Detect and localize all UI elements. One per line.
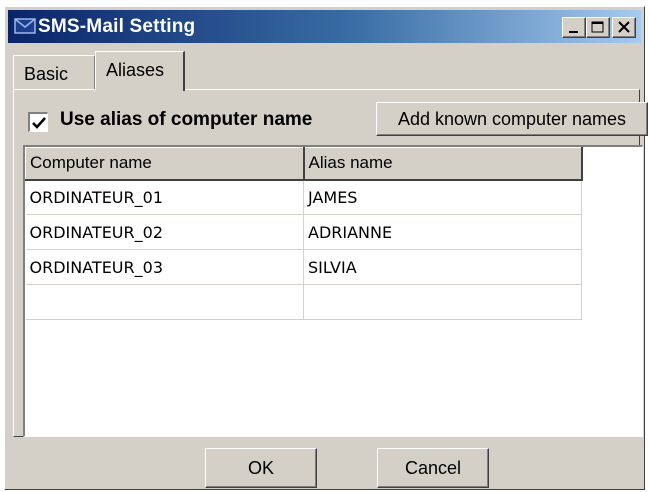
computer-name-cell[interactable]: ORDINATEUR_01 [25,179,304,215]
computer-name-cell[interactable]: ORDINATEUR_02 [25,214,304,250]
table-row[interactable] [25,284,582,320]
close-button[interactable] [612,17,636,38]
title-bar[interactable]: SMS-Mail Setting [8,10,641,43]
alias-name-cell[interactable]: SILVIA [303,249,582,285]
add-known-computer-names-button[interactable]: Add known computer names [376,102,648,136]
close-icon [618,21,630,33]
alias-grid[interactable]: Computer name Alias name ORDINATEUR_01 J… [23,145,643,437]
minimize-button[interactable] [562,17,586,38]
column-header-computer-name[interactable]: Computer name [25,147,305,181]
alias-table: Computer name Alias name ORDINATEUR_01 J… [25,147,583,320]
mail-icon [14,17,36,35]
cancel-button[interactable]: Cancel [377,448,489,488]
alias-name-cell[interactable]: ADRIANNE [303,214,582,250]
checkmark-icon [32,117,46,129]
use-alias-label[interactable]: Use alias of computer name [60,109,312,131]
grid-header-row: Computer name Alias name [25,147,583,181]
ok-button[interactable]: OK [205,448,317,488]
use-alias-checkbox[interactable] [28,112,48,132]
alias-name-cell[interactable] [303,284,582,320]
tab-basic[interactable]: Basic [13,55,95,89]
maximize-icon [591,21,604,33]
alias-name-cell[interactable]: JAMES [303,179,582,215]
table-row[interactable]: ORDINATEUR_03 SILVIA [25,249,582,285]
computer-name-cell[interactable]: ORDINATEUR_03 [25,249,304,285]
tab-aliases[interactable]: Aliases [95,51,185,91]
window-title: SMS-Mail Setting [38,16,196,37]
maximize-button[interactable] [586,17,610,38]
table-row[interactable]: ORDINATEUR_01 JAMES [25,179,582,215]
dialog-window: SMS-Mail Setting Basic Aliases Use alias… [4,6,648,490]
computer-name-cell[interactable] [25,284,304,320]
minimize-icon [569,31,578,33]
column-header-alias-name[interactable]: Alias name [303,147,583,181]
table-row[interactable]: ORDINATEUR_02 ADRIANNE [25,214,582,250]
